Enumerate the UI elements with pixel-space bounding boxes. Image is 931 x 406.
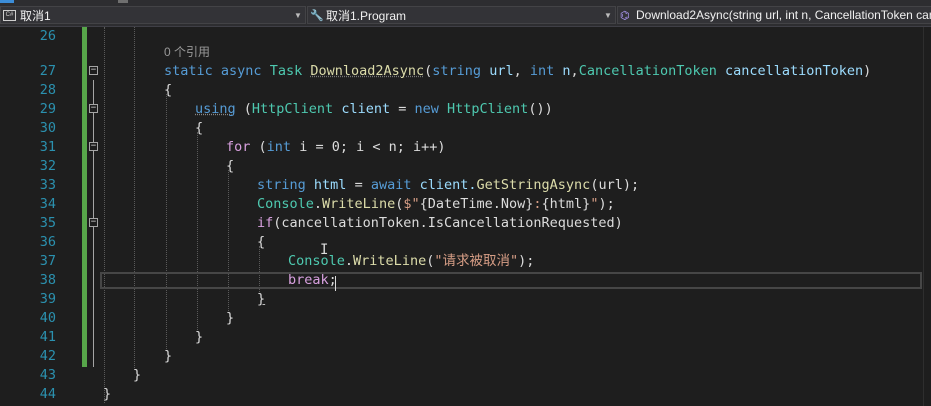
- code-line-34: 34 Console.WriteLine($"{DateTime.Now}:{h…: [0, 195, 931, 214]
- method-icon: ⌬: [620, 9, 630, 22]
- text-caret: [335, 276, 336, 291]
- line-number: 40: [39, 310, 56, 326]
- line-number: 26: [39, 28, 56, 44]
- open-brace: {: [164, 82, 173, 98]
- code-line-42: 42 }: [0, 347, 931, 366]
- for-statement: for (int i = 0; i < n; i++): [226, 139, 446, 155]
- code-line-43: 43 }: [0, 366, 931, 385]
- open-brace: {: [257, 234, 266, 250]
- line-number: 36: [39, 234, 56, 250]
- code-line-41: 41 }: [0, 328, 931, 347]
- line-number: 39: [39, 291, 56, 307]
- code-line-37: 37 Console.WriteLine("请求被取消");: [0, 252, 931, 271]
- code-line-40: 40 }: [0, 309, 931, 328]
- code-line-35: 35 if(cancellationToken.IsCancellationRe…: [0, 214, 931, 233]
- code-line-32: 32 {: [0, 157, 931, 176]
- open-brace: {: [226, 158, 235, 174]
- open-brace: {: [195, 120, 204, 136]
- navigation-bar: C# 取消1 ▼ 🔧 取消1.Program ▼ ⌬ Download2Asyn…: [0, 4, 931, 27]
- project-dropdown[interactable]: C# 取消1 ▼: [0, 6, 306, 24]
- csharp-project-icon: C#: [3, 9, 16, 21]
- close-brace: }: [164, 348, 173, 364]
- close-brace: }: [103, 386, 112, 402]
- close-brace: }: [133, 367, 142, 383]
- class-dropdown[interactable]: 🔧 取消1.Program ▼: [307, 6, 616, 24]
- line-number: 42: [39, 348, 56, 364]
- code-line-38: 38 break;: [0, 271, 931, 290]
- code-line-27: 27 static async Task Download2Async(stri…: [0, 62, 931, 81]
- if-statement: if(cancellationToken.IsCancellationReque…: [257, 215, 623, 231]
- line-number: 41: [39, 329, 56, 345]
- class-dropdown-label: 取消1.Program: [326, 8, 407, 23]
- break-statement: break;: [288, 272, 337, 288]
- line-number: 38: [39, 272, 56, 288]
- codelens-references[interactable]: 0 个引用: [164, 43, 210, 62]
- code-line-26: 26: [0, 27, 931, 46]
- close-brace: }: [195, 329, 204, 345]
- line-number: 33: [39, 177, 56, 193]
- project-dropdown-label: 取消1: [20, 8, 51, 23]
- line-number: 31: [39, 139, 56, 155]
- line-number: 34: [39, 196, 56, 212]
- chevron-down-icon[interactable]: ▼: [291, 11, 305, 20]
- member-dropdown-label: Download2Async(string url, int n, Cancel…: [636, 8, 931, 22]
- line-number: 35: [39, 215, 56, 231]
- line-number: 37: [39, 253, 56, 269]
- code-line-44: 44 }: [0, 385, 931, 404]
- close-brace: }: [226, 310, 235, 326]
- line-number: 27: [39, 63, 56, 79]
- line-number: 28: [39, 82, 56, 98]
- code-line-29: 29 using (HttpClient client = new HttpCl…: [0, 100, 931, 119]
- active-tab-accent: [0, 0, 14, 3]
- line-number: 44: [39, 386, 56, 402]
- vertical-scrollbar[interactable]: [923, 27, 931, 406]
- using-statement: using (HttpClient client = new HttpClien…: [195, 101, 553, 117]
- code-line-28: 28 {: [0, 81, 931, 100]
- code-line-33: 33 string html = await client.GetStringA…: [0, 176, 931, 195]
- code-line-30: 30 {: [0, 119, 931, 138]
- code-line-36: 36 {: [0, 233, 931, 252]
- code-editor[interactable]: − − − − 26 0 个引用 27 static async Task Do…: [0, 27, 931, 406]
- line-number: 30: [39, 120, 56, 136]
- code-line-39: 39 }: [0, 290, 931, 309]
- line-number: 43: [39, 367, 56, 383]
- ibeam-cursor-icon: I: [320, 242, 329, 258]
- console-writeline-statement: Console.WriteLine($"{DateTime.Now}:{html…: [257, 196, 615, 212]
- code-line-31: 31 for (int i = 0; i < n; i++): [0, 138, 931, 157]
- await-statement: string html = await client.GetStringAsyn…: [257, 177, 640, 193]
- chevron-down-icon[interactable]: ▼: [601, 11, 615, 20]
- line-number: 32: [39, 158, 56, 174]
- class-icon: 🔧: [310, 9, 324, 22]
- close-brace: }: [257, 291, 266, 307]
- method-signature: static async Task Download2Async(string …: [164, 63, 872, 79]
- member-dropdown[interactable]: ⌬ Download2Async(string url, int n, Canc…: [617, 6, 931, 24]
- line-number: 29: [39, 101, 56, 117]
- tab-edge: [118, 0, 128, 3]
